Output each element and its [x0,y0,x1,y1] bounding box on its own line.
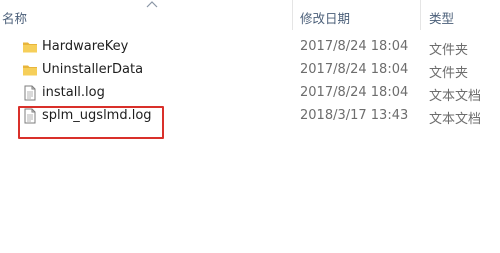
file-date: 2017/8/24 18:04 [300,62,409,77]
file-name: HardwareKey [42,39,129,54]
file-row[interactable]: HardwareKey 2017/8/24 18:04 文件夹 [0,36,500,59]
column-header-name[interactable]: 名称 [2,8,27,27]
column-header-date[interactable]: 修改日期 [300,8,350,27]
column-header-row: 名称 修改日期 类型 [0,0,500,34]
file-row[interactable]: install.log 2017/8/24 18:04 文本文档 [0,82,500,105]
column-divider[interactable] [292,0,293,30]
folder-icon [23,65,37,76]
chevron-up-icon [146,1,158,8]
file-type: 文本文档 [429,112,482,127]
file-date: 2018/3/17 13:43 [300,108,409,123]
text-file-icon [24,85,36,101]
file-row[interactable]: UninstallerData 2017/8/24 18:04 文件夹 [0,59,500,82]
file-date: 2017/8/24 18:04 [300,39,409,54]
file-type: 文件夹 [429,66,469,81]
highlight-box [18,106,164,139]
column-header-type[interactable]: 类型 [429,8,454,27]
folder-icon [23,42,37,53]
file-name: UninstallerData [42,62,144,77]
file-type: 文本文档 [429,89,482,104]
file-name: install.log [42,85,105,100]
column-divider[interactable] [420,0,421,30]
file-date: 2017/8/24 18:04 [300,85,409,100]
file-type: 文件夹 [429,43,469,58]
